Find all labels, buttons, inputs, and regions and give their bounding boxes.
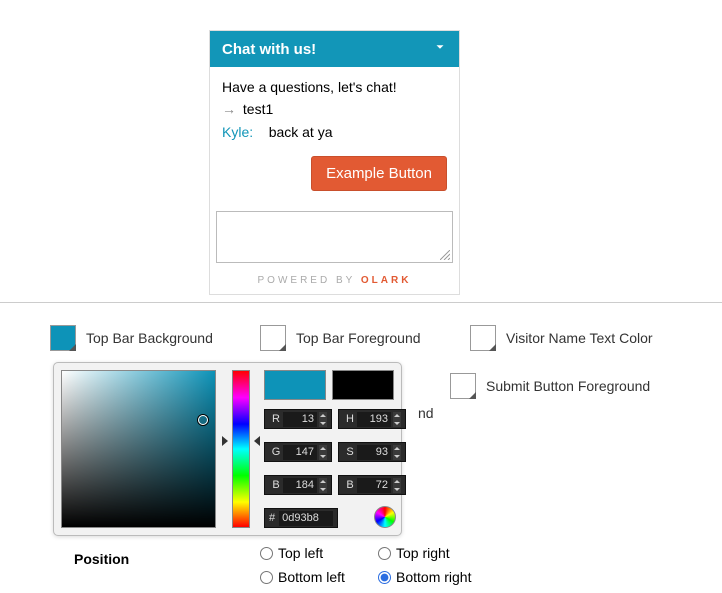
powered-prefix: POWERED BY	[258, 275, 356, 286]
option-top-bar-fg[interactable]: Top Bar Foreground	[260, 325, 450, 351]
channel-s-spinner[interactable]	[393, 445, 401, 460]
channel-v-input[interactable]	[357, 478, 391, 493]
radio-input-bottom-right[interactable]	[378, 571, 391, 584]
channel-h-label: H	[343, 413, 357, 425]
channel-s: S	[338, 442, 406, 462]
divider	[0, 302, 722, 303]
chat-sender: Kyle:	[222, 124, 253, 140]
chevron-down-icon[interactable]	[433, 40, 447, 58]
sv-cursor[interactable]	[198, 415, 208, 425]
chat-visitor-msg: test1	[243, 101, 273, 117]
position-label: Position	[74, 551, 129, 567]
swatch-top-bar-bg[interactable]	[50, 325, 76, 351]
color-wheel-icon[interactable]	[374, 506, 396, 528]
channel-v-spinner[interactable]	[393, 478, 401, 493]
chat-prompt: Have a questions, let's chat!	[222, 77, 447, 97]
channel-r-spinner[interactable]	[319, 412, 327, 427]
channel-r-label: R	[269, 413, 283, 425]
color-preview-current	[264, 370, 326, 400]
radio-label-bottom-right: Bottom right	[396, 569, 471, 585]
powered-brand[interactable]: OLARK	[361, 275, 412, 286]
radio-label-top-right: Top right	[396, 545, 450, 561]
radio-input-bottom-left[interactable]	[260, 571, 273, 584]
radio-input-top-left[interactable]	[260, 547, 273, 560]
channel-h: H	[338, 409, 406, 429]
label-top-bar-bg: Top Bar Background	[86, 330, 213, 346]
saturation-value-panel[interactable]	[61, 370, 216, 528]
chat-body: Have a questions, let's chat! → test1 Ky…	[210, 67, 459, 156]
label-top-bar-fg: Top Bar Foreground	[296, 330, 421, 346]
hex-input[interactable]	[279, 511, 333, 526]
channel-b: B	[264, 475, 332, 495]
hue-slider[interactable]	[232, 370, 250, 528]
channel-v-label: B	[343, 479, 357, 491]
channel-b-label: B	[269, 479, 283, 491]
swatch-visitor-name[interactable]	[470, 325, 496, 351]
example-button-row: Example Button	[210, 156, 459, 205]
channel-r: R	[264, 409, 332, 429]
powered-by: POWERED BY OLARK	[210, 269, 459, 294]
arrow-right-icon: →	[222, 101, 236, 117]
channel-b-spinner[interactable]	[319, 478, 327, 493]
channel-s-input[interactable]	[357, 445, 391, 460]
radio-label-top-left: Top left	[278, 545, 323, 561]
chat-input[interactable]	[216, 211, 453, 263]
channel-h-input[interactable]	[357, 412, 391, 427]
sv-slider-indicator	[222, 436, 228, 446]
chat-header-title: Chat with us!	[222, 41, 316, 58]
hash-label: #	[269, 512, 275, 524]
swatch-top-bar-fg[interactable]	[260, 325, 286, 351]
chat-widget: Chat with us! Have a questions, let's ch…	[209, 30, 460, 295]
radio-top-right[interactable]: Top right	[378, 545, 478, 561]
label-submit-fg: Submit Button Foreground	[486, 378, 650, 394]
radio-bottom-right[interactable]: Bottom right	[378, 569, 478, 585]
color-picker: R H G S B B	[53, 362, 402, 536]
channel-h-spinner[interactable]	[393, 412, 401, 427]
channel-g: G	[264, 442, 332, 462]
option-submit-fg[interactable]: Submit Button Foreground	[450, 373, 650, 399]
radio-top-left[interactable]: Top left	[260, 545, 360, 561]
channel-r-input[interactable]	[283, 412, 317, 427]
hex-field: #	[264, 508, 338, 528]
channel-v: B	[338, 475, 406, 495]
color-preview-previous	[332, 370, 394, 400]
chat-agent-line: Kyle: back at ya	[222, 122, 447, 142]
chat-visitor-line: → test1	[222, 99, 447, 119]
chat-reply: back at ya	[269, 124, 333, 140]
radio-label-bottom-left: Bottom left	[278, 569, 345, 585]
channel-g-spinner[interactable]	[319, 445, 327, 460]
channel-g-label: G	[269, 446, 283, 458]
channel-s-label: S	[343, 446, 357, 458]
option-visitor-name[interactable]: Visitor Name Text Color	[470, 325, 660, 351]
obscured-text: nd	[418, 405, 434, 421]
radio-input-top-right[interactable]	[378, 547, 391, 560]
radio-bottom-left[interactable]: Bottom left	[260, 569, 360, 585]
channel-g-input[interactable]	[283, 445, 317, 460]
channel-b-input[interactable]	[283, 478, 317, 493]
option-top-bar-bg[interactable]: Top Bar Background	[50, 325, 240, 351]
chat-header[interactable]: Chat with us!	[210, 31, 459, 67]
swatch-submit-fg[interactable]	[450, 373, 476, 399]
resize-handle-icon[interactable]	[440, 250, 450, 260]
example-button[interactable]: Example Button	[311, 156, 447, 191]
hue-slider-indicator	[254, 436, 260, 446]
label-visitor-name: Visitor Name Text Color	[506, 330, 653, 346]
